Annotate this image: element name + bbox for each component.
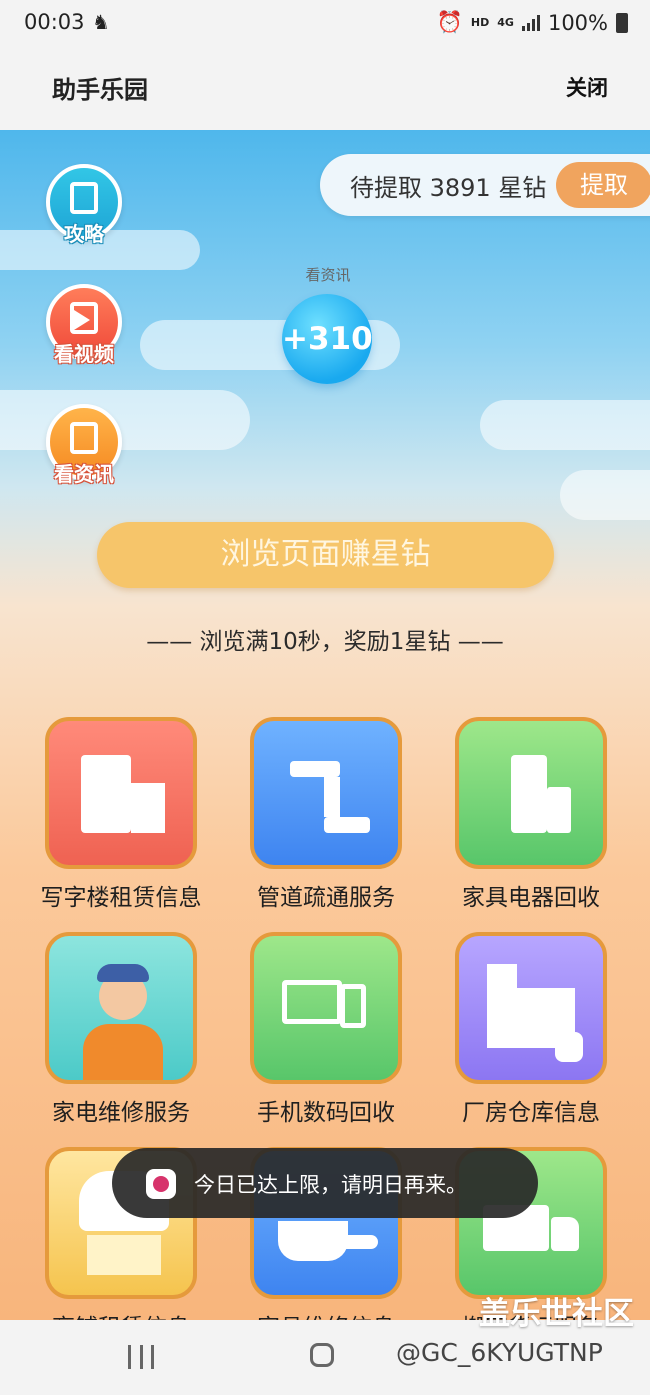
toast-text: 今日已达上限，请明日再来。	[194, 1173, 467, 1197]
office-rental-tile[interactable]	[45, 717, 197, 869]
read-news-label: 看资讯	[54, 462, 114, 486]
cloud-decoration	[480, 400, 650, 450]
app-header: 助手乐园 关闭	[0, 48, 650, 130]
play-triangle-icon	[74, 310, 90, 330]
shop-rental-label: 商铺租赁信息	[18, 1308, 224, 1320]
recents-icon[interactable]	[128, 1345, 154, 1369]
devices-recycle-icon	[282, 980, 342, 1024]
withdraw-button[interactable]: 提取	[556, 162, 650, 208]
pipe-icon	[290, 761, 340, 777]
news-doc-icon	[70, 422, 98, 454]
hd-indicator: HD	[470, 16, 490, 29]
coin-stack	[555, 1032, 583, 1062]
read-news-button[interactable]: 看资讯	[46, 404, 122, 486]
main-content: 待提取 3891 星钻 提取 攻略 看视频 看资讯 看资讯 +310 浏览页面赚…	[0, 130, 650, 1320]
reward-bubble[interactable]: +310	[282, 294, 373, 384]
battery-percent: 100%	[547, 10, 608, 35]
toast-message: 今日已达上限，请明日再来。	[112, 1148, 538, 1218]
book-icon	[70, 182, 98, 214]
notification-icon: ♞	[92, 10, 110, 34]
status-icons: ⏰ HD 4G 100%	[437, 10, 628, 35]
signal-icon	[521, 14, 540, 31]
pipe-bend	[324, 777, 340, 817]
furniture-recycle-tile[interactable]	[455, 717, 607, 869]
factory-info-tile[interactable]	[455, 932, 607, 1084]
home-icon[interactable]	[310, 1343, 334, 1367]
office-building-annex	[131, 783, 165, 833]
browse-earn-button[interactable]: 浏览页面赚星钻	[97, 522, 554, 588]
repairman-body	[83, 1024, 163, 1080]
washer-shape	[547, 787, 571, 833]
factory-roof	[487, 964, 517, 994]
network-gen-indicator: 4G	[497, 16, 514, 29]
furniture-repair-label: 家具维修信息	[223, 1308, 429, 1320]
watch-video-button[interactable]: 看视频	[46, 284, 122, 366]
alarm-icon: ⏰	[436, 10, 463, 34]
appliance-repair-tile[interactable]	[45, 932, 197, 1084]
watermark-site: 盖乐世社区	[479, 1296, 634, 1332]
cloud-decoration	[560, 470, 650, 520]
appliance-repair-label: 家电维修服务	[52, 1100, 190, 1126]
reward-rule-text: —— 浏览满10秒，奖励1星钻 ——	[146, 629, 504, 655]
page-title: 助手乐园	[52, 76, 148, 104]
cloud-decoration	[0, 390, 250, 450]
reward-source-label: 看资讯	[305, 266, 351, 284]
phone-recycle-tile[interactable]	[250, 932, 402, 1084]
pipe-service-tile[interactable]	[250, 717, 402, 869]
pipe-service-label: 管道疏通服务	[257, 885, 395, 911]
phone-shape	[340, 984, 366, 1028]
pipe-outlet	[324, 817, 370, 833]
pending-balance: 待提取 3891 星钻	[350, 174, 547, 202]
watch-video-label: 看视频	[54, 342, 114, 366]
status-bar: 00:03 ♞ ⏰ HD 4G 100%	[0, 0, 650, 48]
office-building-icon	[81, 755, 131, 833]
wrench-shape	[338, 1235, 378, 1249]
watermark-user: @GC_6KYUGTNP	[396, 1338, 603, 1367]
phone-recycle-label: 手机数码回收	[257, 1100, 395, 1126]
fridge-recycle-icon	[511, 755, 547, 833]
strategy-label: 攻略	[64, 222, 104, 246]
withdraw-panel: 待提取 3891 星钻 提取	[320, 154, 650, 216]
strategy-button[interactable]: 攻略	[46, 164, 122, 246]
truck-cab	[551, 1217, 579, 1251]
close-button[interactable]: 关闭	[566, 72, 608, 102]
office-rental-label: 写字楼租赁信息	[40, 885, 202, 911]
factory-info-label: 厂房仓库信息	[462, 1100, 600, 1126]
status-time: 00:03	[24, 10, 85, 34]
app-logo-icon	[146, 1169, 176, 1199]
shop-counter	[87, 1235, 161, 1275]
furniture-recycle-label: 家具电器回收	[462, 885, 600, 911]
repairman-cap	[97, 964, 149, 982]
battery-icon	[616, 12, 628, 33]
